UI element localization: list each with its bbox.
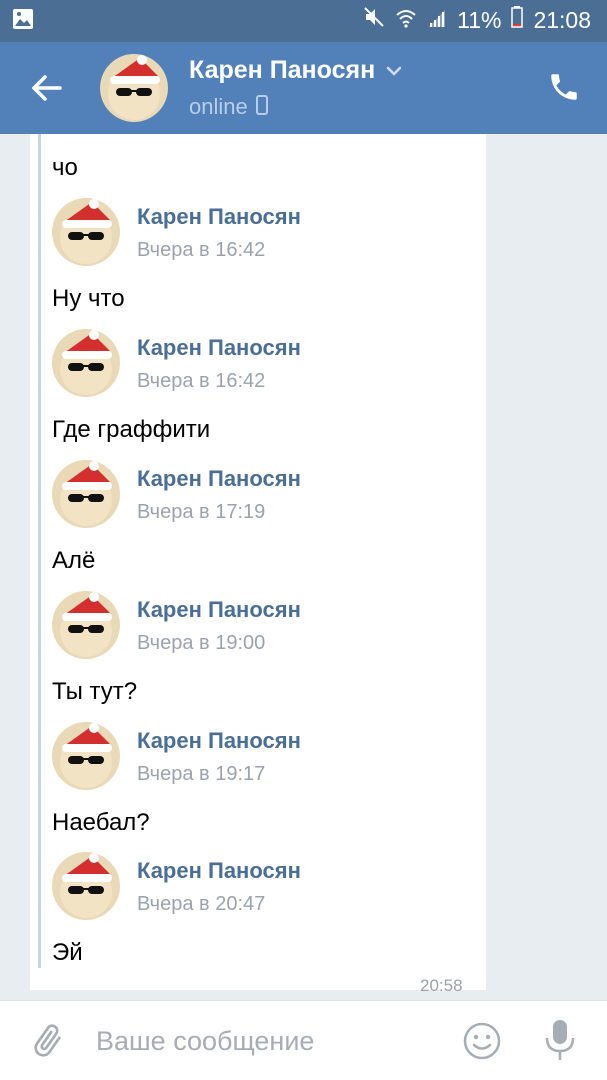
message-text: Где граффити xyxy=(52,416,211,443)
avatar[interactable] xyxy=(52,460,120,528)
forwarded-sender[interactable]: Карен Паносян xyxy=(137,728,301,754)
forwarded-time: Вчера в 20:47 xyxy=(137,893,266,915)
battery-percent: 11% xyxy=(457,6,502,33)
gallery-icon xyxy=(12,8,34,35)
forwarded-time: Вчера в 16:42 xyxy=(137,370,266,392)
battery-icon xyxy=(511,6,524,34)
contact-status: online xyxy=(189,94,248,119)
phone-device-icon xyxy=(255,94,268,120)
avatar[interactable] xyxy=(52,722,120,790)
forwarded-bar xyxy=(38,134,41,968)
forwarded-time: Вчера в 19:17 xyxy=(137,763,266,785)
forwarded-sender[interactable]: Карен Паносян xyxy=(137,204,301,230)
signal-icon xyxy=(427,7,447,34)
contact-name[interactable]: Карен Паносян xyxy=(189,56,375,85)
message-input-bar xyxy=(0,1000,607,1080)
forwarded-sender[interactable]: Карен Паносян xyxy=(137,335,301,361)
forwarded-time: Вчера в 17:19 xyxy=(137,501,266,523)
mute-icon xyxy=(363,6,385,34)
wifi-icon xyxy=(395,7,417,34)
back-arrow-icon[interactable] xyxy=(28,70,64,106)
phone-call-icon[interactable] xyxy=(547,70,581,104)
forwarded-sender[interactable]: Карен Паносян xyxy=(137,858,301,884)
avatar[interactable] xyxy=(52,329,120,397)
microphone-icon[interactable] xyxy=(542,1017,578,1063)
forwarded-sender[interactable]: Карен Паносян xyxy=(137,597,301,623)
message-text: Ну что xyxy=(52,285,125,312)
message-text: Ты тут? xyxy=(52,678,138,705)
chat-header: Карен Паносян online xyxy=(0,42,607,134)
avatar[interactable] xyxy=(100,54,168,122)
message-text: чо xyxy=(52,154,78,181)
forwarded-sender[interactable]: Карен Паносян xyxy=(137,466,301,492)
forwarded-time: Вчера в 16:42 xyxy=(137,239,266,261)
message-text: Наебал? xyxy=(52,809,150,836)
message-input[interactable] xyxy=(96,1019,436,1063)
avatar[interactable] xyxy=(52,198,120,266)
chat-area[interactable]: чо Карен Паносян Вчера в 16:42 Ну что Ка… xyxy=(0,134,607,1000)
message-text: Алё xyxy=(52,547,96,574)
chevron-down-icon[interactable] xyxy=(385,62,403,80)
avatar[interactable] xyxy=(52,591,120,659)
forwarded-time: Вчера в 19:00 xyxy=(137,632,266,654)
status-bar: 11% 21:08 xyxy=(0,0,607,42)
paperclip-icon[interactable] xyxy=(28,1021,68,1061)
emoji-icon[interactable] xyxy=(462,1021,502,1061)
avatar[interactable] xyxy=(52,852,120,920)
status-time: 21:08 xyxy=(533,6,591,33)
message-time: 20:58 xyxy=(420,976,463,995)
message-text: Эй xyxy=(52,939,83,966)
